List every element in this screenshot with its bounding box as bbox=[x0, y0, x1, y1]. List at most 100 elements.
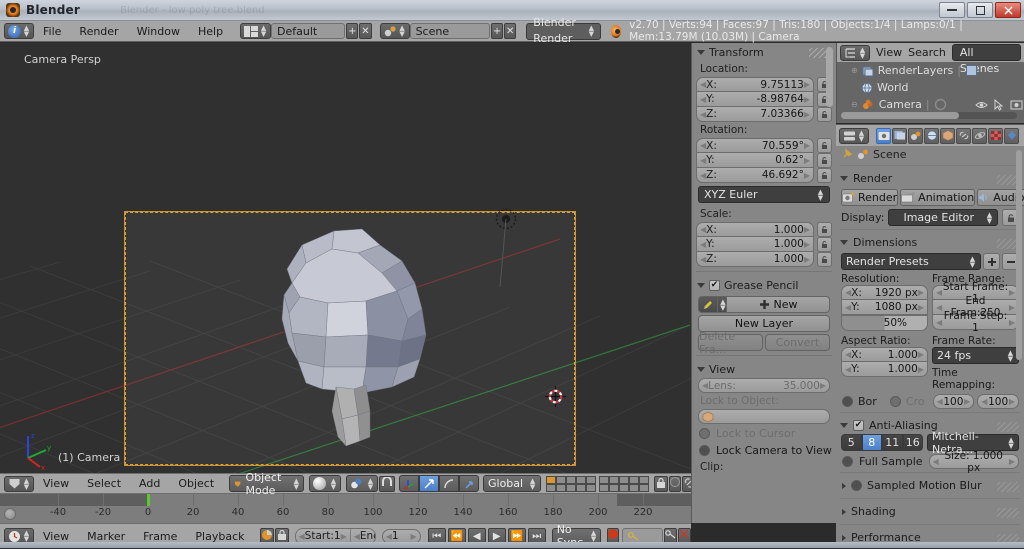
eye-icon[interactable] bbox=[974, 100, 988, 110]
lock-rotation-z-button[interactable] bbox=[817, 168, 832, 183]
scale-z-field[interactable]: ◀ Z: 1.000 ▶ bbox=[696, 252, 814, 267]
properties-editor[interactable]: Scene Render Render Animation Audio Disp… bbox=[836, 146, 1024, 548]
render-engine-selector[interactable]: Blender Render ▲ ▼ bbox=[526, 16, 601, 45]
outliner-editor[interactable]: ▲ ▼ View Search All Scenes ⊕ RenderLayers… bbox=[836, 43, 1024, 123]
layer-cell[interactable] bbox=[609, 483, 620, 492]
scene-layers-grid-1[interactable] bbox=[546, 475, 597, 492]
viewport-shading-selector[interactable]: ▲ ▼ bbox=[309, 475, 341, 492]
tab-render[interactable] bbox=[876, 127, 891, 144]
lock-camera-to-view-checkbox[interactable] bbox=[699, 445, 710, 456]
layer-cell[interactable] bbox=[546, 483, 557, 492]
add-preset-button[interactable] bbox=[983, 253, 1000, 270]
add-layout-button[interactable]: + bbox=[346, 23, 359, 39]
add-scene-button[interactable]: + bbox=[491, 23, 504, 39]
delete-scene-button[interactable]: ✕ bbox=[504, 23, 517, 39]
location-y-field[interactable]: ◀ Y: -8.98764 ▶ bbox=[696, 92, 814, 107]
layer-cell[interactable] bbox=[556, 475, 567, 484]
menu-render[interactable]: Render bbox=[70, 21, 127, 42]
low-poly-tree-object[interactable] bbox=[262, 225, 442, 447]
grease-pencil-checkbox[interactable]: ✔ bbox=[709, 280, 720, 291]
layer-cell[interactable] bbox=[629, 483, 640, 492]
3d-viewport[interactable]: Camera Persp z y x (1) Camera bbox=[0, 43, 691, 473]
tab-physics[interactable] bbox=[972, 127, 987, 144]
layer-cell[interactable] bbox=[609, 475, 620, 484]
border-checkbox[interactable] bbox=[842, 396, 853, 407]
outliner-menu-view[interactable]: View bbox=[876, 46, 902, 59]
aa-sample-16[interactable]: 16 bbox=[902, 434, 923, 451]
editor-type-selector-outliner[interactable]: ▲ ▼ bbox=[840, 44, 870, 61]
layer-cell[interactable] bbox=[546, 475, 557, 484]
editor-type-selector-view3d[interactable]: ▲ ▼ bbox=[4, 475, 34, 492]
outliner-menu-search[interactable]: Search bbox=[908, 46, 946, 59]
scene-name-field[interactable]: Scene bbox=[409, 23, 491, 39]
grease-pencil-panel-header[interactable]: ✔ Grease Pencil bbox=[692, 48, 836, 294]
outliner-horizontal-scrollbar[interactable] bbox=[841, 112, 1017, 119]
timeline-ruler[interactable]: -40 -20 0 20 40 60 80 100 120 140 160 18… bbox=[0, 494, 691, 523]
renderlayer-data-icon[interactable] bbox=[965, 64, 978, 77]
timeline-playhead[interactable] bbox=[147, 494, 150, 506]
menu-window[interactable]: Window bbox=[128, 21, 189, 42]
lock-to-cursor-checkbox[interactable] bbox=[699, 428, 710, 439]
viewport-menu-object[interactable]: Object bbox=[169, 473, 223, 494]
lock-scale-y-button[interactable] bbox=[817, 237, 832, 252]
aspect-y-field[interactable]: ◀ Y: 1.000 ▶ bbox=[841, 362, 928, 377]
scene-browse-button[interactable]: ▲ ▼ bbox=[379, 23, 410, 39]
layer-cell[interactable] bbox=[619, 483, 630, 492]
viewport-menu-add[interactable]: Add bbox=[130, 473, 169, 494]
menu-help[interactable]: Help bbox=[189, 21, 232, 42]
snap-during-transform-toggle[interactable] bbox=[379, 475, 395, 492]
antialiasing-checkbox[interactable]: ✔ bbox=[853, 420, 864, 431]
tab-object[interactable] bbox=[940, 127, 955, 144]
scene-layers-grid-2[interactable] bbox=[599, 475, 650, 492]
layer-cell[interactable] bbox=[556, 483, 567, 492]
render-animation-button[interactable]: Animation bbox=[900, 189, 976, 206]
lock-location-z-button[interactable] bbox=[817, 107, 832, 122]
lock-rotation-y-button[interactable] bbox=[817, 153, 832, 168]
grease-pencil-convert-button[interactable]: Convert bbox=[765, 334, 830, 351]
aa-sample-8[interactable]: 8 bbox=[861, 434, 882, 451]
layer-cell[interactable] bbox=[576, 483, 587, 492]
editor-type-selector-info[interactable]: i ▲ ▼ bbox=[4, 23, 34, 39]
rotation-y-field[interactable]: ◀ Y: 0.62° ▶ bbox=[696, 153, 814, 168]
layer-cell[interactable] bbox=[586, 483, 597, 492]
layer-cell[interactable] bbox=[566, 483, 577, 492]
minimize-button[interactable] bbox=[939, 2, 965, 18]
rotation-x-field[interactable]: ◀ X: 70.559° ▶ bbox=[696, 138, 814, 153]
tab-texture[interactable] bbox=[988, 127, 1003, 144]
render-presets-selector[interactable]: Render Presets ▲ ▼ bbox=[841, 253, 981, 270]
manipulator-toggle[interactable] bbox=[399, 475, 419, 492]
layer-cell[interactable] bbox=[639, 483, 650, 492]
full-sample-checkbox[interactable] bbox=[842, 456, 853, 467]
aa-sample-11[interactable]: 11 bbox=[882, 434, 903, 451]
transform-orientation-selector[interactable]: Global ▲ ▼ bbox=[483, 475, 542, 492]
outliner-item-camera[interactable]: ⊖ Camera | bbox=[837, 96, 1024, 113]
close-button[interactable] bbox=[995, 2, 1021, 18]
resolution-percentage-slider[interactable]: 50% bbox=[841, 315, 928, 331]
pin-icon[interactable] bbox=[841, 148, 853, 160]
interaction-mode-selector[interactable]: Object Mode ▲ ▼ bbox=[229, 471, 304, 497]
tab-material[interactable] bbox=[1004, 127, 1019, 144]
delete-layout-button[interactable]: ✕ bbox=[359, 23, 372, 39]
render-visibility-icon[interactable] bbox=[1010, 99, 1023, 110]
aspect-x-field[interactable]: ◀ X: 1.000 ▶ bbox=[841, 347, 928, 362]
outliner-display-mode[interactable]: All Scenes bbox=[951, 44, 1021, 75]
screen-layout-browse[interactable]: ▲ ▼ bbox=[240, 23, 272, 39]
timeline-scroll-handle[interactable] bbox=[4, 508, 16, 520]
tab-render-layers[interactable] bbox=[892, 127, 907, 144]
render-preview-button[interactable] bbox=[669, 475, 682, 492]
display-mode-selector[interactable]: Image Editor ▲ ▼ bbox=[888, 209, 998, 226]
scale-y-field[interactable]: ◀ Y: 1.000 ▶ bbox=[696, 237, 814, 252]
grease-pencil-spin[interactable]: ▲ ▼ bbox=[718, 296, 727, 313]
grease-pencil-delete-frame-button[interactable]: Delete Fra... bbox=[698, 330, 763, 356]
scale-x-field[interactable]: ◀ X: 1.000 ▶ bbox=[696, 222, 814, 237]
remap-old-field[interactable]: ◀ 100 ▶ bbox=[932, 394, 975, 409]
menu-file[interactable]: File bbox=[34, 21, 70, 42]
pivot-point-selector[interactable]: ▲ ▼ bbox=[346, 475, 378, 492]
crop-checkbox[interactable] bbox=[889, 396, 901, 407]
properties-scrollbar[interactable] bbox=[1016, 150, 1022, 360]
lock-to-object-field[interactable] bbox=[698, 409, 830, 424]
translate-manipulator-button[interactable] bbox=[419, 475, 439, 492]
sidebar-scrollbar[interactable] bbox=[826, 47, 833, 107]
editor-type-selector-properties[interactable]: ▲ ▼ bbox=[839, 127, 869, 144]
frame-step-field[interactable]: ◀ Frame Step: 1 ▶ bbox=[932, 310, 1019, 334]
